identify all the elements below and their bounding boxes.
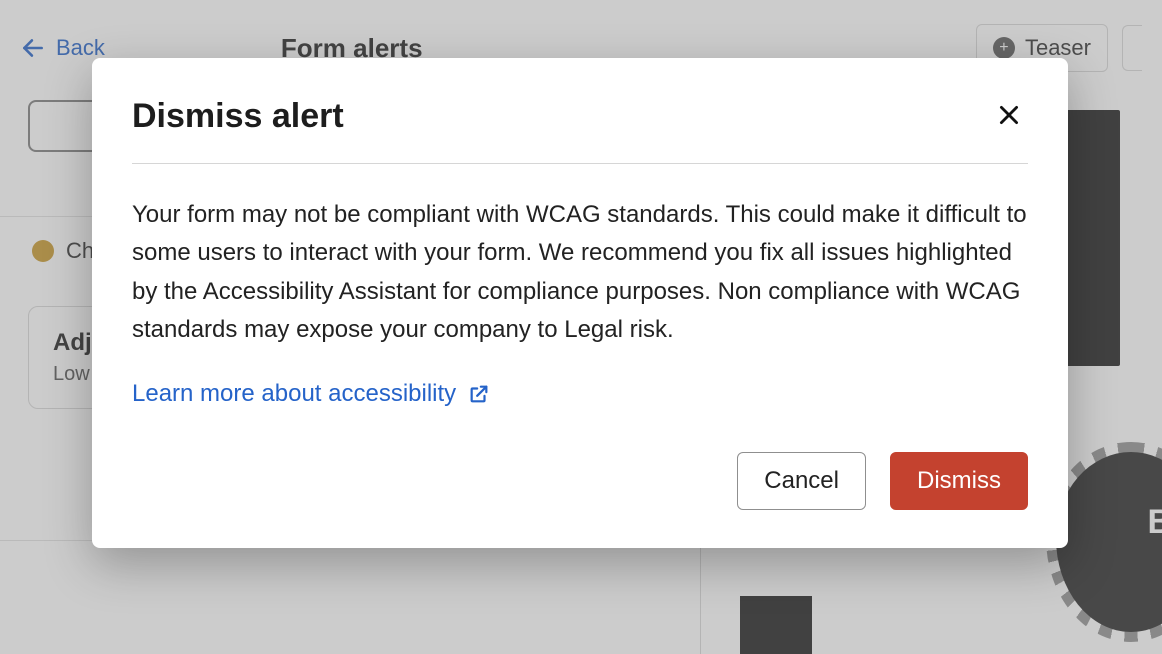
external-link-icon [468, 383, 490, 405]
dialog-divider [132, 163, 1028, 164]
learn-more-link[interactable]: Learn more about accessibility [132, 380, 490, 408]
dismiss-button[interactable]: Dismiss [890, 452, 1028, 510]
dialog-header: Dismiss alert [132, 96, 1028, 137]
dialog-title: Dismiss alert [132, 97, 344, 136]
learn-more-label: Learn more about accessibility [132, 380, 456, 408]
dialog-actions: Cancel Dismiss [132, 452, 1028, 510]
dismiss-alert-dialog: Dismiss alert Your form may not be compl… [92, 58, 1068, 548]
close-icon [996, 102, 1022, 128]
close-button[interactable] [990, 96, 1028, 137]
dialog-body-text: Your form may not be compliant with WCAG… [132, 196, 1028, 350]
cancel-button[interactable]: Cancel [737, 452, 866, 510]
